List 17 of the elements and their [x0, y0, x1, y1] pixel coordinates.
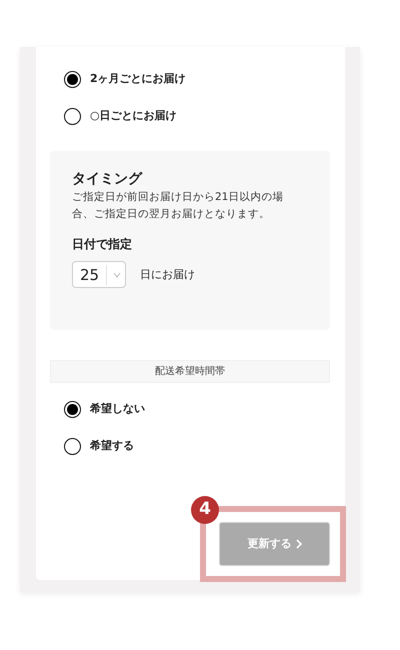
radio-button[interactable]	[64, 108, 81, 125]
radio-button[interactable]	[64, 71, 81, 88]
radio-label[interactable]: 希望しない	[90, 401, 145, 418]
section-label: 日付で指定	[72, 236, 133, 254]
radio-label[interactable]: ○日ごとにお届け	[90, 108, 177, 125]
radio-button[interactable]	[64, 438, 81, 455]
chevron-right-icon	[296, 539, 302, 549]
section-heading: 配送希望時間帯	[50, 360, 330, 383]
step-number-badge: 4	[191, 496, 219, 524]
chevron-down-icon	[113, 272, 121, 278]
day-select[interactable]: 25	[72, 261, 126, 288]
radio-label[interactable]: 希望する	[90, 438, 134, 455]
panel-title: タイミング	[72, 171, 144, 188]
timing-note: ご指定日が前回お届け日から21日以内の場合、ご指定日の翌月お届けとなります。	[72, 190, 284, 222]
select-suffix: 日にお届け	[140, 266, 195, 283]
radio-label[interactable]: 2ヶ月ごとにお届け	[90, 71, 186, 88]
radio-button[interactable]	[64, 401, 81, 418]
